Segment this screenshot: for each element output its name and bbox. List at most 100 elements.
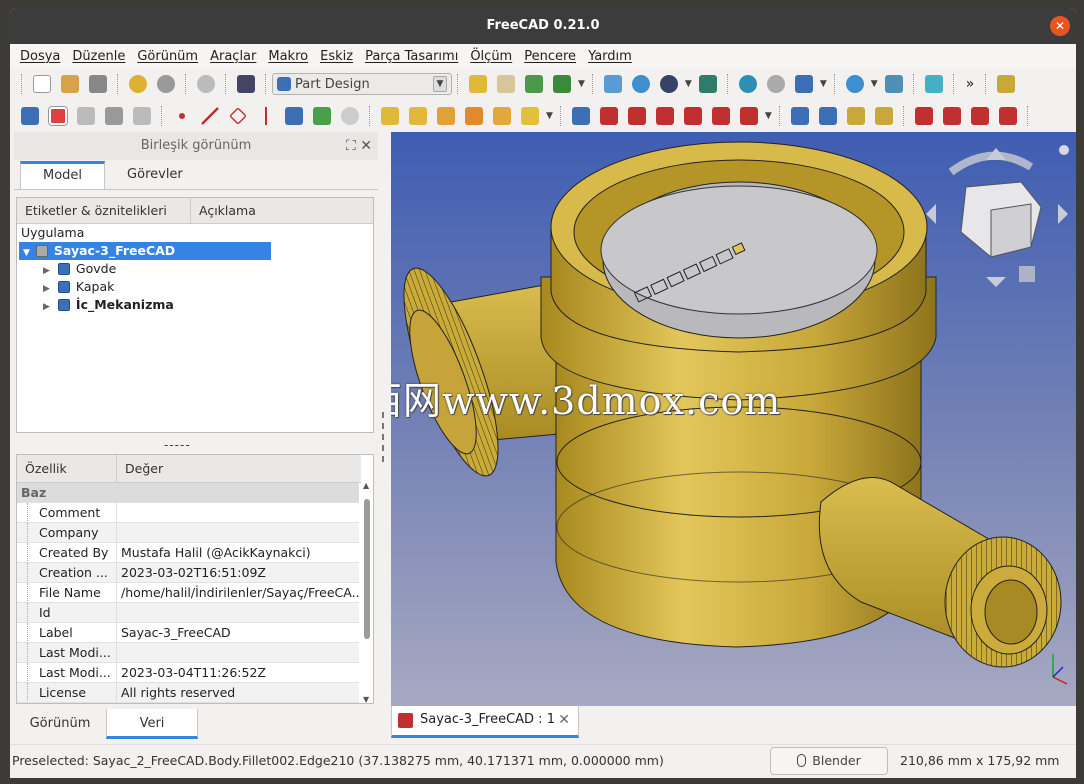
tab-gorevler[interactable]: Görevler xyxy=(105,161,205,189)
chevron-down-icon[interactable]: ▼ xyxy=(765,111,772,121)
property-value[interactable]: Sayac-3_FreeCAD xyxy=(117,623,359,642)
refresh-icon[interactable] xyxy=(197,75,215,93)
datum-point-icon[interactable] xyxy=(179,113,185,119)
splitter-handle[interactable]: ----- xyxy=(164,438,191,452)
zoom-icon[interactable] xyxy=(845,75,864,93)
pad-icon[interactable] xyxy=(381,107,399,125)
arrow-right-icon[interactable] xyxy=(766,75,785,93)
draw-style-icon[interactable] xyxy=(659,75,678,93)
subtractive-loft-icon[interactable] xyxy=(655,107,674,125)
property-value[interactable] xyxy=(117,503,359,522)
groove-icon[interactable] xyxy=(627,107,646,125)
menu-pencere[interactable]: Pencere xyxy=(524,49,576,64)
part-icon[interactable] xyxy=(469,75,487,93)
property-row[interactable]: Id xyxy=(17,603,359,623)
polar-pattern-icon[interactable] xyxy=(846,107,865,125)
subshape-binder-icon[interactable] xyxy=(313,107,331,125)
3d-viewport[interactable]: 莫西网www.3dmox.com xyxy=(391,132,1076,706)
tree-item-ic-mekanizma[interactable]: ▶ İc_Mekanizma xyxy=(17,296,373,314)
menu-gorunum[interactable]: Görünüm xyxy=(137,49,198,64)
chevron-down-icon[interactable]: ▼ xyxy=(685,79,692,89)
body-icon[interactable] xyxy=(21,107,39,125)
property-row[interactable]: Company xyxy=(17,523,359,543)
hole-icon[interactable] xyxy=(599,107,618,125)
property-scrollbar[interactable]: ▲ ▼ xyxy=(363,481,371,703)
chevron-up-icon[interactable]: ▲ xyxy=(363,481,369,490)
chevron-right-icon[interactable]: ▶ xyxy=(43,284,50,294)
link-actions-icon[interactable] xyxy=(553,75,571,93)
close-icon[interactable]: ✕ xyxy=(1050,16,1070,36)
property-value[interactable]: All rights reserved xyxy=(117,683,359,702)
thickness-icon[interactable] xyxy=(998,107,1017,125)
property-row[interactable]: Label Sayac-3_FreeCAD xyxy=(17,623,359,643)
subtractive-primitive-icon[interactable] xyxy=(739,107,758,125)
property-row[interactable]: File Name/home/halil/İndirilenler/Sayaç/… xyxy=(17,583,359,603)
panel-splitter[interactable] xyxy=(382,412,384,462)
tree-item-govde[interactable]: ▶ Govde xyxy=(17,260,373,278)
arrow-left-icon[interactable] xyxy=(738,75,757,93)
menu-araclar[interactable]: Araçlar xyxy=(210,49,256,64)
open-folder-icon[interactable] xyxy=(61,75,79,93)
menu-eskiz[interactable]: Eskiz xyxy=(320,49,353,64)
menu-duzenle[interactable]: Düzenle xyxy=(72,49,125,64)
group-icon[interactable] xyxy=(497,75,515,93)
fit-all-icon[interactable] xyxy=(603,75,622,93)
property-value[interactable]: /home/halil/İndirilenler/Sayaç/FreeCA... xyxy=(117,583,359,602)
clone-icon[interactable] xyxy=(77,107,95,125)
view-isometric-icon[interactable] xyxy=(794,75,813,93)
chamfer-icon[interactable] xyxy=(942,107,961,125)
macro-icon[interactable] xyxy=(997,75,1016,93)
tab-gorunum[interactable]: Görünüm xyxy=(14,709,106,739)
property-value[interactable] xyxy=(117,603,359,622)
pocket-icon[interactable] xyxy=(571,107,590,125)
property-value[interactable]: 2023-03-04T11:26:52Z xyxy=(117,663,359,682)
chevron-right-icon[interactable]: ▶ xyxy=(43,302,50,312)
std-views-icon[interactable] xyxy=(884,75,903,93)
close-icon[interactable]: ⛶ ✕ xyxy=(346,132,372,160)
chevron-right-icon[interactable]: ▶ xyxy=(43,266,50,276)
property-row[interactable]: Comment xyxy=(17,503,359,523)
workbench-selector[interactable]: Part Design ▼ xyxy=(272,73,452,95)
subtractive-pipe-icon[interactable] xyxy=(683,107,702,125)
chevron-down-icon[interactable]: ▼ xyxy=(871,79,878,89)
link-icon[interactable] xyxy=(525,75,543,93)
new-document-icon[interactable] xyxy=(33,75,51,93)
multitransform-icon[interactable] xyxy=(874,107,893,125)
datum-line-icon[interactable] xyxy=(201,107,219,125)
loft-icon[interactable] xyxy=(437,107,455,125)
property-header-name[interactable]: Özellik xyxy=(17,455,117,482)
menu-parca-tasarimi[interactable]: Parça Tasarımı xyxy=(365,49,458,64)
tab-model[interactable]: Model xyxy=(20,161,106,189)
draft-icon[interactable] xyxy=(970,107,989,125)
tree-item-kapak[interactable]: ▶ Kapak xyxy=(17,278,373,296)
subshapebinder-icon[interactable] xyxy=(133,107,151,125)
fillet-icon[interactable] xyxy=(914,107,933,125)
property-value[interactable]: 2023-03-02T16:51:09Z xyxy=(117,563,359,582)
chevron-down-icon[interactable]: ▼ xyxy=(363,695,369,703)
menu-olcum[interactable]: Ölçüm xyxy=(470,49,512,64)
property-row[interactable]: Last Modi... xyxy=(17,643,359,663)
undo-icon[interactable] xyxy=(129,75,147,93)
property-group[interactable]: Baz xyxy=(17,483,359,503)
navigation-cube[interactable] xyxy=(926,145,1069,287)
bounding-box-icon[interactable] xyxy=(698,75,717,93)
property-row[interactable]: Created By Mustafa Halil (@AcikKaynakci) xyxy=(17,543,359,563)
property-value[interactable]: Mustafa Halil (@AcikKaynakci) xyxy=(117,543,359,562)
shape-binder-icon[interactable] xyxy=(285,107,303,125)
property-header-value[interactable]: Değer xyxy=(117,455,361,482)
tree-item-document[interactable]: ▼ Sayac-3_FreeCAD xyxy=(19,242,271,260)
additive-primitive-icon[interactable] xyxy=(521,107,539,125)
whats-this-icon[interactable] xyxy=(237,75,255,93)
datum-plane-icon[interactable] xyxy=(229,107,247,125)
subtractive-helix-icon[interactable] xyxy=(711,107,730,125)
close-icon[interactable]: ✕ xyxy=(558,706,570,734)
property-value[interactable] xyxy=(117,523,359,542)
tab-veri[interactable]: Veri xyxy=(106,709,198,739)
chevron-down-icon[interactable]: ▼ xyxy=(546,111,553,121)
property-row[interactable]: Last Modi... 2023-03-04T11:26:52Z xyxy=(17,663,359,683)
shapebinder-icon[interactable] xyxy=(105,107,123,125)
document-tab[interactable]: Sayac-3_FreeCAD : 1 ✕ xyxy=(391,706,579,738)
sketch-icon[interactable] xyxy=(48,106,68,126)
fit-selection-icon[interactable] xyxy=(631,75,650,93)
clone-body-icon[interactable] xyxy=(341,107,359,125)
